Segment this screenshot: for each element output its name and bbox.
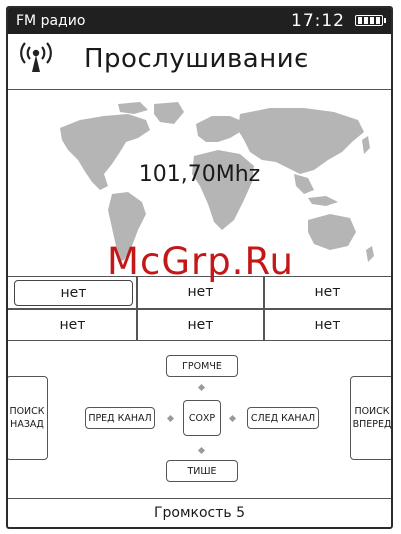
preset-4[interactable]: нет	[10, 310, 135, 340]
volume-status: Громкость 5	[8, 498, 391, 527]
preset-1[interactable]: нет	[14, 280, 133, 306]
save-button[interactable]: СОХР	[183, 400, 221, 436]
arrow-right-icon	[228, 414, 237, 423]
arrow-down-icon	[197, 446, 206, 455]
arrow-up-icon	[197, 383, 206, 392]
search-forward-button[interactable]: ПОИСК ВПЕРЕД	[350, 376, 391, 460]
page-header: Прослушиваниє	[8, 34, 391, 90]
control-panel: ПОИСК НАЗАД ПОИСК ВПЕРЕД ГРОМЧЕ ТИШЕ ПРЕ…	[8, 341, 391, 497]
status-bar: FM радио 17:12	[8, 8, 391, 34]
preset-2[interactable]: нет	[138, 277, 263, 307]
arrow-left-icon	[166, 414, 175, 423]
page-title: Прослушиваниє	[84, 44, 309, 74]
radio-signal-icon	[20, 42, 52, 72]
clock: 17:12	[291, 11, 345, 31]
radio-screen: FM радио 17:12 Прослушиваниє 101,70Mhz н…	[6, 6, 393, 529]
preset-5[interactable]: нет	[138, 310, 263, 340]
search-back-button[interactable]: ПОИСК НАЗАД	[8, 376, 48, 460]
preset-6[interactable]: нет	[265, 310, 390, 340]
tuner-display: 101,70Mhz	[8, 90, 391, 277]
volume-up-button[interactable]: ГРОМЧЕ	[166, 355, 238, 377]
volume-down-button[interactable]: ТИШЕ	[166, 460, 238, 482]
next-channel-button[interactable]: СЛЕД КАНАЛ	[247, 407, 319, 429]
preset-grid: нет нет нет нет нет нет	[8, 276, 391, 341]
battery-full-icon	[355, 15, 386, 26]
preset-3[interactable]: нет	[265, 277, 390, 307]
frequency-readout: 101,70Mhz	[138, 162, 261, 187]
prev-channel-button[interactable]: ПРЕД КАНАЛ	[85, 407, 155, 429]
app-title: FM радио	[16, 13, 86, 29]
